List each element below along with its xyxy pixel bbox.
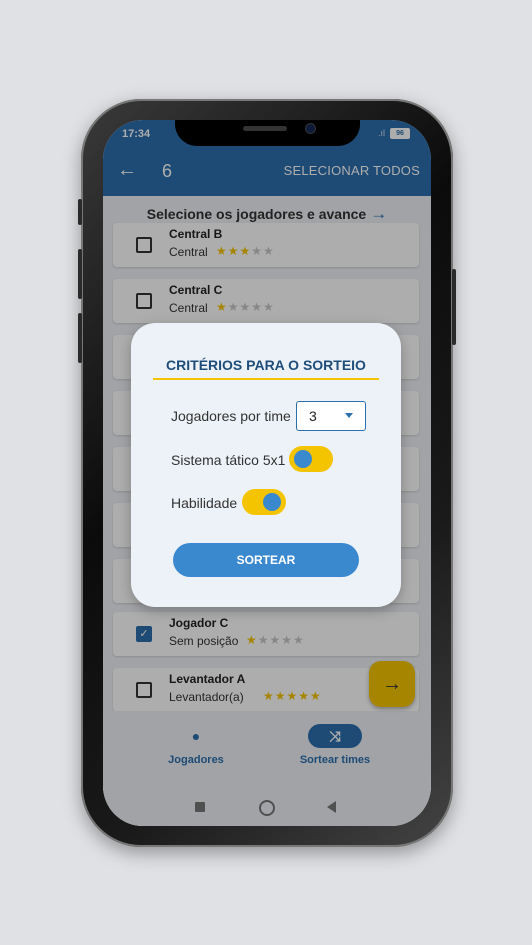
mute-switch <box>78 199 82 225</box>
draw-button[interactable]: SORTEAR <box>173 543 359 577</box>
tactical-system-label: Sistema tático 5x1 <box>171 452 286 468</box>
power-button <box>452 269 456 345</box>
volume-up-button <box>78 249 82 299</box>
skill-toggle[interactable] <box>242 489 286 515</box>
dropdown-arrow-icon <box>345 413 353 418</box>
dialog-title: CRITÉRIOS PARA O SORTEIO <box>166 357 366 373</box>
phone-screen: 17:34 .ıl 96 ← 6 SELECIONAR TODOS Seleci… <box>103 120 431 826</box>
volume-down-button <box>78 313 82 363</box>
select-value: 3 <box>309 408 317 424</box>
players-per-team-select[interactable]: 3 <box>296 401 366 431</box>
toggle-knob <box>294 450 312 468</box>
title-underline <box>153 378 379 380</box>
toggle-knob <box>263 493 281 511</box>
camera <box>305 123 316 134</box>
notch <box>175 120 360 146</box>
tactical-system-toggle[interactable] <box>289 446 333 472</box>
speaker <box>243 126 287 131</box>
skill-label: Habilidade <box>171 495 238 511</box>
draw-criteria-dialog: CRITÉRIOS PARA O SORTEIO Jogadores por t… <box>131 323 401 607</box>
players-per-team-label: Jogadores por time <box>171 408 291 424</box>
